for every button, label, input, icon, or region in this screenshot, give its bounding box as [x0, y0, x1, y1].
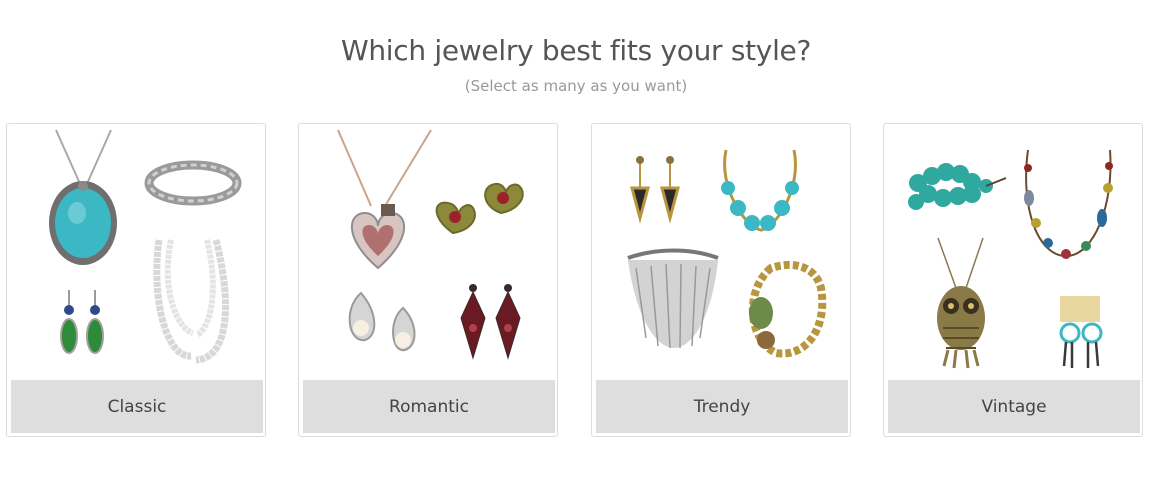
option-label: Classic: [11, 380, 263, 433]
classic-jewelry-image: [11, 128, 261, 376]
option-label: Romantic: [303, 380, 555, 433]
option-label: Vintage: [888, 380, 1140, 433]
options-grid: Classic Romantic Trendy Vintage: [6, 123, 1148, 439]
trendy-jewelry-image: [596, 128, 846, 376]
vintage-jewelry-image: [888, 128, 1138, 376]
option-card-classic[interactable]: Classic: [6, 123, 266, 437]
option-card-romantic[interactable]: Romantic: [298, 123, 558, 437]
style-quiz-page: Which jewelry best fits your style? (Sel…: [0, 0, 1152, 494]
option-card-trendy[interactable]: Trendy: [591, 123, 851, 437]
question-subtitle: (Select as many as you want): [464, 77, 688, 95]
romantic-jewelry-image: [303, 128, 553, 376]
option-label: Trendy: [596, 380, 848, 433]
option-card-vintage[interactable]: Vintage: [883, 123, 1143, 437]
question-title: Which jewelry best fits your style?: [340, 34, 812, 67]
